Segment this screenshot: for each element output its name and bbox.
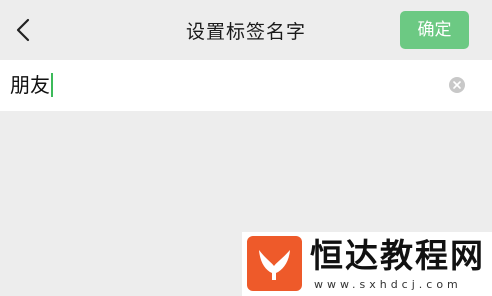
tag-name-value: 朋友 xyxy=(10,73,50,97)
tag-name-field-row: 朋友 xyxy=(0,60,492,111)
clear-circle-icon xyxy=(449,77,465,93)
watermark-logo xyxy=(247,236,302,291)
confirm-button[interactable]: 确定 xyxy=(400,11,469,49)
watermark-title: 恒达教程网 xyxy=(310,236,485,275)
whale-tail-icon xyxy=(259,250,290,280)
watermark: 恒达教程网 www.sxhdcj.com xyxy=(242,232,492,296)
top-bar: 设置标签名字 确定 xyxy=(0,0,492,60)
text-caret xyxy=(51,73,53,97)
watermark-url: www.sxhdcj.com xyxy=(314,278,462,291)
tag-name-input[interactable]: 朋友 xyxy=(10,72,53,98)
clear-input-button[interactable] xyxy=(448,76,466,94)
